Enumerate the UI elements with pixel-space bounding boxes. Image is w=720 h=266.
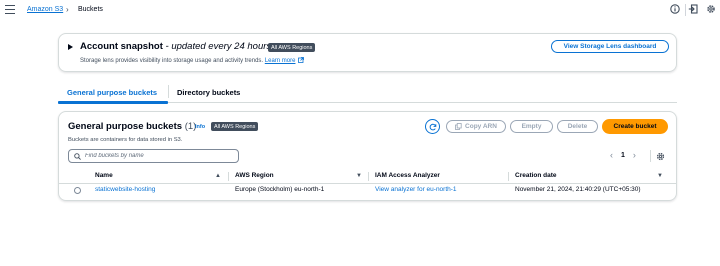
column-divider (508, 172, 509, 181)
bucket-name-link[interactable]: staticwebsite-hosting (95, 186, 155, 193)
view-storage-lens-button[interactable]: View Storage Lens dashboard (551, 40, 669, 53)
snapshot-description-text: Storage lens provides visibility into st… (80, 58, 264, 64)
snapshot-title[interactable]: Account snapshot - updated every 24 hour… (80, 41, 271, 52)
expand-caret-icon[interactable] (68, 44, 73, 50)
table-header: Name ▲ AWS Region ▼ IAM Access Analyzer … (59, 169, 676, 184)
analyzer-link[interactable]: View analyzer for eu-north-1 (375, 186, 457, 193)
column-iam-access-analyzer[interactable]: IAM Access Analyzer (375, 172, 440, 179)
buckets-panel: General purpose buckets (1) Info All AWS… (58, 111, 677, 201)
bucket-region: Europe (Stockholm) eu-north-1 (235, 186, 325, 193)
table-settings-icon[interactable] (656, 152, 665, 161)
prev-page-button[interactable]: ‹ (610, 151, 613, 160)
external-link-icon (298, 57, 305, 63)
active-tab-indicator (58, 101, 168, 104)
all-regions-badge: All AWS Regions (268, 43, 316, 52)
tab-general-purpose-buckets[interactable]: General purpose buckets (67, 88, 157, 97)
account-snapshot-card: Account snapshot - updated every 24 hour… (58, 33, 677, 72)
panel-title: General purpose buckets (1) (68, 121, 196, 132)
bucket-creation-date: November 21, 2024, 21:40:29 (UTC+05:30) (515, 186, 641, 193)
refresh-icon (429, 123, 436, 130)
pagination: ‹ 1 › (610, 151, 636, 160)
column-divider (228, 172, 229, 181)
info-link[interactable]: Info (195, 124, 205, 130)
copy-arn-button[interactable]: Copy ARN (446, 120, 506, 133)
copy-icon (455, 123, 462, 130)
tab-directory-buckets[interactable]: Directory buckets (177, 88, 240, 97)
menu-icon[interactable] (5, 5, 15, 15)
column-aws-region[interactable]: AWS Region (235, 172, 274, 179)
sort-icon[interactable]: ▼ (356, 173, 362, 179)
current-page[interactable]: 1 (621, 152, 625, 159)
refresh-button[interactable] (425, 119, 440, 134)
tab-separator (168, 85, 169, 98)
breadcrumb-current: Buckets (78, 6, 103, 13)
panel-regions-badge: All AWS Regions (211, 122, 259, 131)
column-divider (368, 172, 369, 181)
top-bar: Amazon S3 › Buckets (0, 0, 720, 22)
snapshot-description: Storage lens provides visibility into st… (80, 57, 305, 64)
delete-button[interactable]: Delete (557, 120, 598, 133)
next-page-button[interactable]: › (633, 151, 636, 160)
column-creation-date[interactable]: Creation date (515, 172, 557, 179)
sort-icon[interactable]: ▼ (657, 173, 663, 179)
search-icon (74, 152, 81, 160)
search-input[interactable] (85, 153, 235, 159)
sort-ascending-icon[interactable]: ▲ (215, 173, 221, 179)
table-row: staticwebsite-hosting Europe (Stockholm)… (59, 184, 676, 198)
breadcrumb-chevron-icon: › (66, 5, 69, 14)
info-icon[interactable] (670, 4, 680, 14)
snapshot-subtitle: updated every 24 hours (171, 41, 272, 52)
settings-icon[interactable] (706, 4, 716, 14)
export-icon[interactable] (688, 4, 698, 14)
column-name[interactable]: Name (95, 172, 113, 179)
pager-divider (650, 150, 651, 162)
learn-more-link[interactable]: Learn more (265, 58, 296, 64)
copy-arn-label: Copy ARN (465, 123, 497, 130)
panel-title-text: General purpose buckets (68, 121, 183, 132)
create-bucket-button[interactable]: Create bucket (602, 119, 668, 134)
panel-description: Buckets are containers for data stored i… (68, 137, 183, 143)
search-box[interactable] (68, 149, 239, 163)
snapshot-title-text: Account snapshot (80, 41, 163, 52)
empty-button[interactable]: Empty (510, 120, 553, 133)
breadcrumb-amazon-s3[interactable]: Amazon S3 (27, 6, 63, 13)
row-select-radio[interactable] (74, 187, 81, 194)
